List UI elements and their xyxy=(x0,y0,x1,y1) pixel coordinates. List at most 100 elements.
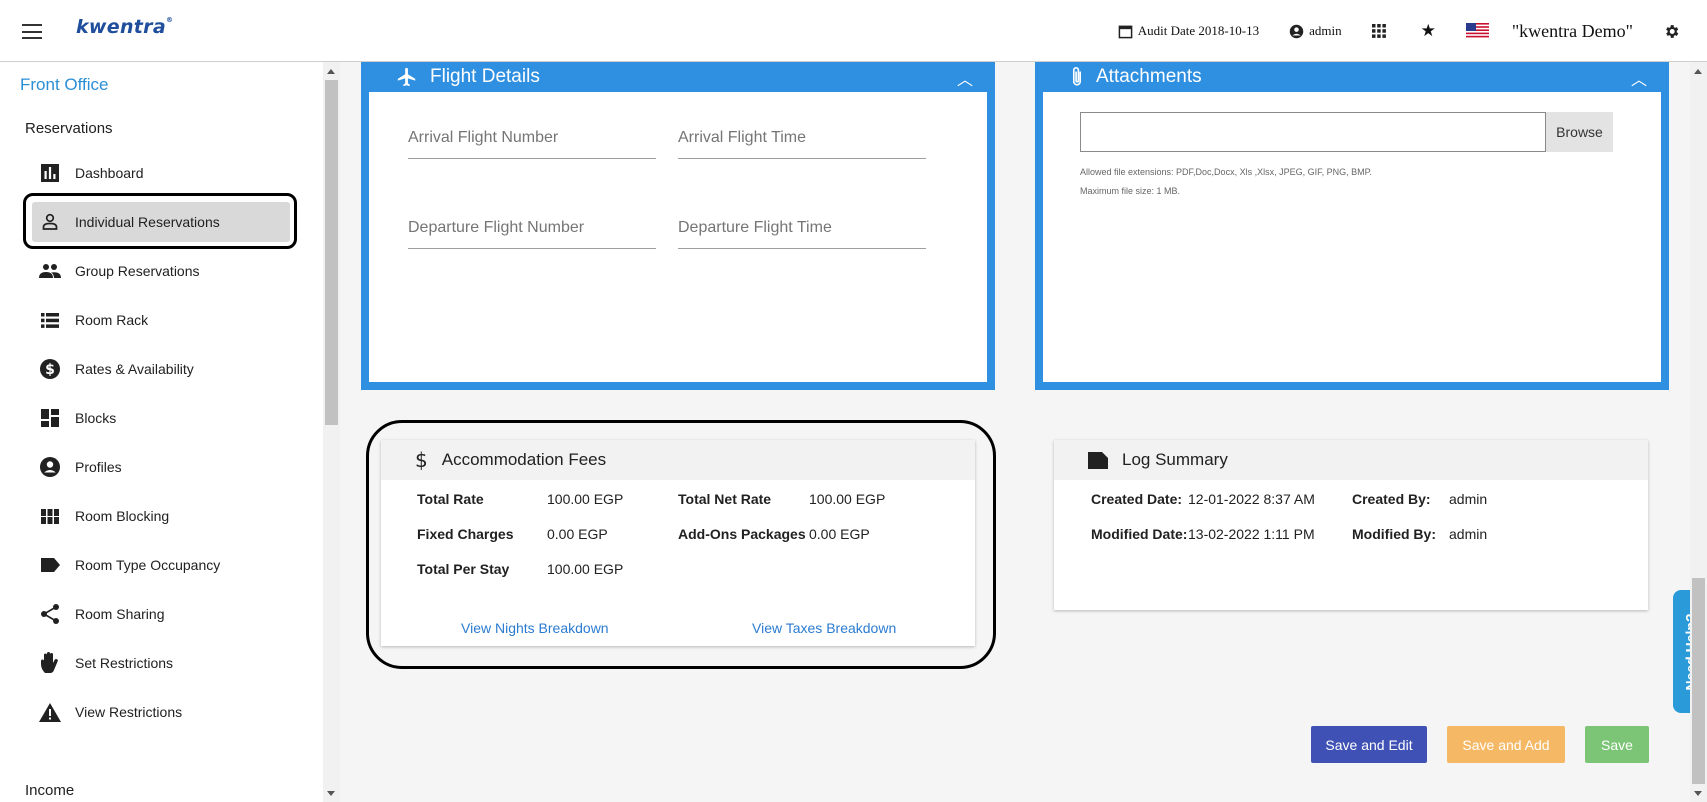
modified-date-value: 13-02-2022 1:11 PM xyxy=(1188,526,1315,542)
departure-flight-time-input[interactable]: Departure Flight Time xyxy=(678,215,926,249)
label-icon xyxy=(39,554,61,576)
sidebar-item-view-restrictions[interactable]: View Restrictions xyxy=(32,692,290,732)
person-icon xyxy=(39,211,61,233)
apps-icon[interactable] xyxy=(1371,24,1391,38)
calendar-icon xyxy=(1118,25,1133,38)
total-per-stay-value: 100.00 EGP xyxy=(547,561,624,577)
sidebar-item-room-blocking[interactable]: Room Blocking xyxy=(32,496,290,536)
save-button[interactable]: Save xyxy=(1585,726,1649,763)
sidebar-item-room-sharing[interactable]: Room Sharing xyxy=(32,594,290,634)
sidebar-item-blocks[interactable]: Blocks xyxy=(32,398,290,438)
user-menu[interactable]: admin xyxy=(1289,23,1342,39)
scroll-up-arrow[interactable] xyxy=(327,69,335,74)
sidebar-item-label: Room Type Occupancy xyxy=(75,557,221,573)
account-circle-icon xyxy=(1289,24,1304,38)
sidebar-item-label: View Restrictions xyxy=(75,704,183,720)
log-summary-card: Log Summary Created Date: 12-01-2022 8:3… xyxy=(1054,440,1648,610)
accommodation-fees-card: $ Accommodation Fees Total Rate 100.00 E… xyxy=(381,440,975,646)
airplane-icon xyxy=(396,66,418,88)
chevron-up-icon[interactable]: ︿ xyxy=(1631,66,1647,90)
sidebar-item-group-reservations[interactable]: Group Reservations xyxy=(32,251,290,291)
flight-details-header[interactable]: Flight Details ︿ xyxy=(361,62,995,92)
addons-packages-label: Add-Ons Packages xyxy=(678,526,806,542)
group-icon xyxy=(39,260,61,282)
main-scrollbar[interactable] xyxy=(1690,62,1707,802)
arrival-flight-time-input[interactable]: Arrival Flight Time xyxy=(678,125,926,159)
view-nights-breakdown-link[interactable]: View Nights Breakdown xyxy=(461,620,609,636)
star-icon[interactable]: ★ xyxy=(1421,21,1436,41)
chevron-up-icon[interactable]: ︿ xyxy=(957,66,973,90)
header-tools: Audit Date 2018-10-13 admin ★ "kwentra D… xyxy=(1088,0,1685,62)
scroll-down-arrow[interactable] xyxy=(327,791,335,796)
total-rate-label: Total Rate xyxy=(417,491,484,507)
main-scroll-thumb[interactable] xyxy=(1692,578,1705,784)
log-summary-title: Log Summary xyxy=(1122,450,1228,469)
grid-icon xyxy=(39,505,61,527)
section-income[interactable]: Income xyxy=(25,782,74,799)
us-flag-icon[interactable] xyxy=(1465,23,1494,39)
sidebar-item-label: Blocks xyxy=(75,410,117,426)
hand-icon xyxy=(39,652,61,674)
gear-icon[interactable] xyxy=(1663,23,1685,40)
sidebar-item-label: Dashboard xyxy=(75,165,144,181)
svg-text:$: $ xyxy=(45,362,55,378)
logo[interactable]: kwentra® xyxy=(76,16,173,38)
modified-date-label: Modified Date: xyxy=(1091,526,1188,542)
logo-mark: ® xyxy=(165,16,174,24)
menu-icon[interactable] xyxy=(22,24,42,39)
sidebar: Front Office Reservations Dashboard Indi… xyxy=(0,62,323,802)
sidebar-item-profiles[interactable]: Profiles xyxy=(32,447,290,487)
addons-packages-value: 0.00 EGP xyxy=(809,526,870,542)
module-title[interactable]: Front Office xyxy=(20,75,109,95)
save-and-add-button[interactable]: Save and Add xyxy=(1447,726,1565,763)
attachments-title: Attachments xyxy=(1096,66,1202,87)
sidebar-item-label: Room Blocking xyxy=(75,508,170,524)
audit-date[interactable]: Audit Date 2018-10-13 xyxy=(1118,23,1259,39)
sidebar-item-rates-availability[interactable]: $ Rates & Availability xyxy=(32,349,290,389)
warning-icon xyxy=(39,701,61,723)
accommodation-fees-header: $ Accommodation Fees xyxy=(381,440,975,480)
arrival-flight-number-input[interactable]: Arrival Flight Number xyxy=(408,125,656,159)
audit-date-text: Audit Date 2018-10-13 xyxy=(1137,23,1260,38)
sidebar-item-label: Room Sharing xyxy=(75,606,165,622)
total-per-stay-label: Total Per Stay xyxy=(417,561,510,577)
sidebar-item-room-type-occupancy[interactable]: Room Type Occupancy xyxy=(32,545,290,585)
sidebar-item-dashboard[interactable]: Dashboard xyxy=(32,153,290,193)
user-name: admin xyxy=(1309,23,1342,38)
departure-flight-number-input[interactable]: Departure Flight Number xyxy=(408,215,656,249)
browse-button[interactable]: Browse xyxy=(1546,112,1613,152)
sidebar-item-set-restrictions[interactable]: Set Restrictions xyxy=(32,643,290,683)
fixed-charges-label: Fixed Charges xyxy=(417,526,514,542)
sidebar-item-room-rack[interactable]: Room Rack xyxy=(32,300,290,340)
flight-details-panel: Flight Details ︿ Arrival Flight Number A… xyxy=(361,62,995,390)
max-file-size-note: Maximum file size: 1 MB. xyxy=(1080,186,1181,196)
total-net-rate-label: Total Net Rate xyxy=(678,491,772,507)
sidebar-item-label: Rates & Availability xyxy=(75,361,194,377)
sidebar-scroll-thumb[interactable] xyxy=(325,80,338,425)
list-icon xyxy=(39,309,61,331)
save-and-edit-button[interactable]: Save and Edit xyxy=(1311,726,1427,763)
total-rate-value: 100.00 EGP xyxy=(547,491,624,507)
sidebar-item-label: Individual Reservations xyxy=(75,214,220,230)
fixed-charges-value: 0.00 EGP xyxy=(547,526,608,542)
file-path-input[interactable] xyxy=(1080,112,1546,152)
attachments-panel: Attachments ︿ Browse Allowed file extens… xyxy=(1035,62,1669,390)
accommodation-fees-title: Accommodation Fees xyxy=(441,450,607,469)
top-bar: kwentra® Audit Date 2018-10-13 admin ★ "… xyxy=(0,0,1707,62)
allowed-extensions-note: Allowed file extensions: PDF,Doc,Docx, X… xyxy=(1080,167,1372,177)
created-by-value: admin xyxy=(1449,491,1488,507)
property-name[interactable]: "kwentra Demo" xyxy=(1512,21,1633,42)
dollar-icon: $ xyxy=(415,448,428,472)
account-circle-icon xyxy=(39,456,61,478)
attachments-header[interactable]: Attachments ︿ xyxy=(1035,62,1669,92)
log-summary-header: Log Summary xyxy=(1054,440,1648,480)
section-reservations[interactable]: Reservations xyxy=(25,120,113,137)
logo-text: kwentra xyxy=(76,16,166,38)
sidebar-item-label: Group Reservations xyxy=(75,263,200,279)
view-taxes-breakdown-link[interactable]: View Taxes Breakdown xyxy=(752,620,896,636)
sidebar-scrollbar[interactable] xyxy=(323,62,340,802)
sidebar-item-individual-reservations[interactable]: Individual Reservations xyxy=(32,202,290,242)
scroll-up-arrow[interactable] xyxy=(1694,69,1702,74)
scroll-down-arrow[interactable] xyxy=(1694,791,1702,796)
paperclip-icon xyxy=(1070,66,1084,88)
